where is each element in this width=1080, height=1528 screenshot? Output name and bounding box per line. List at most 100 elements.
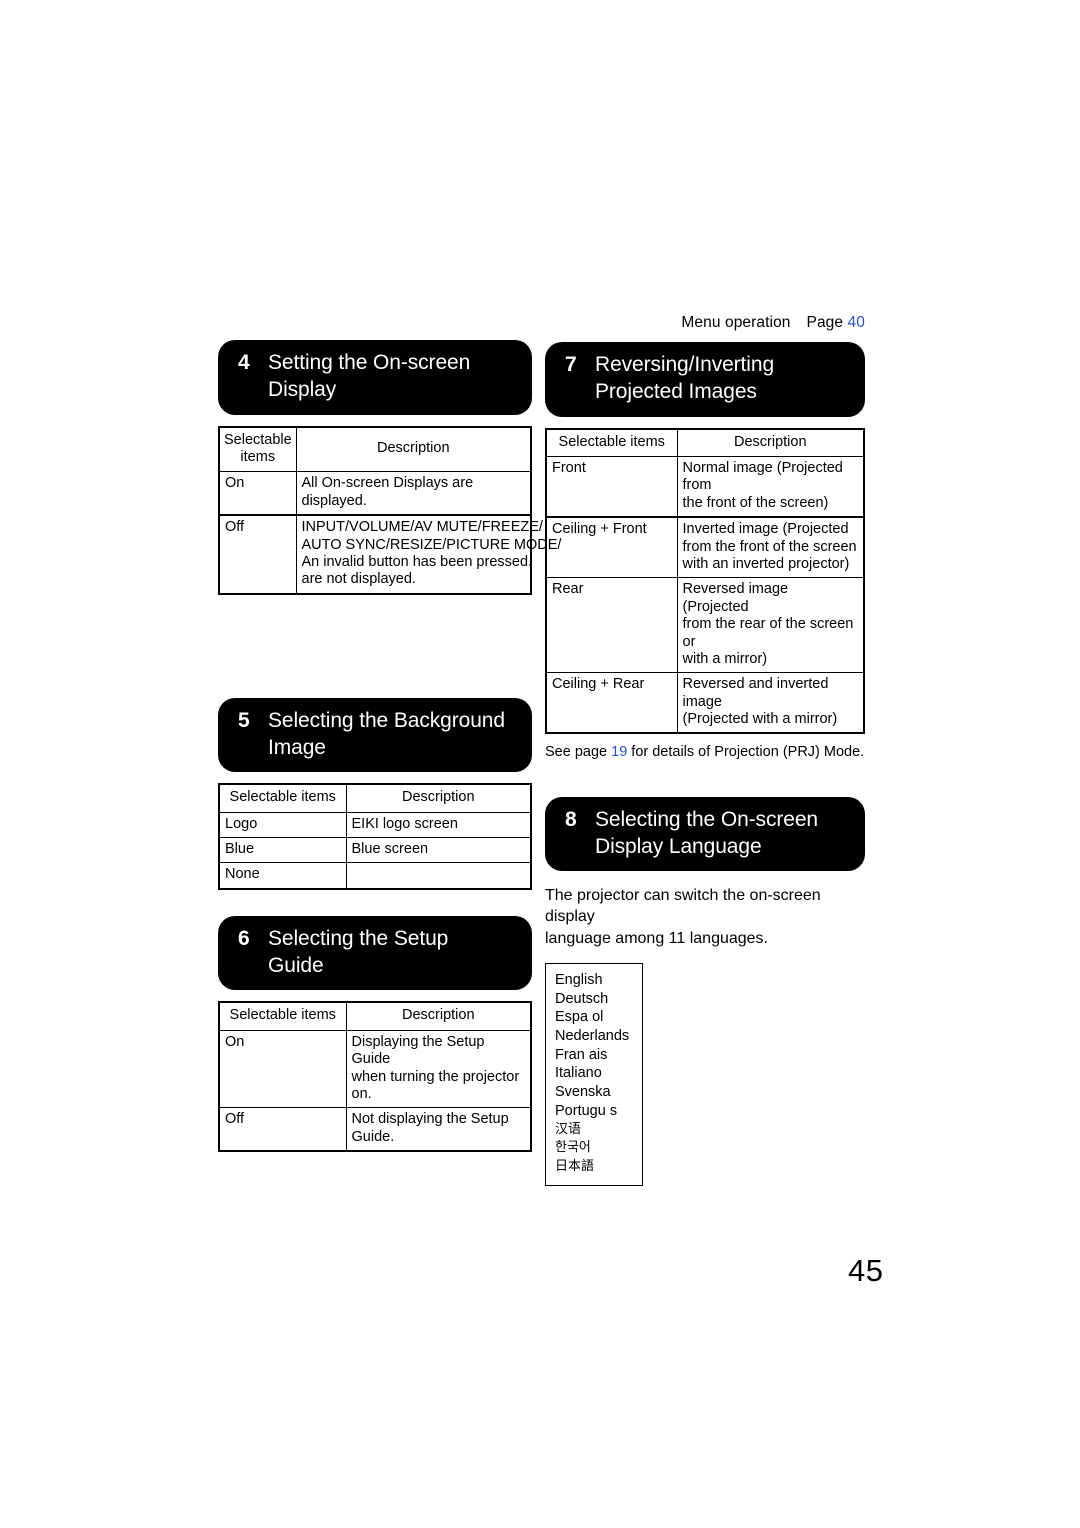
table-row: Logo EIKI logo screen — [218, 811, 532, 839]
description-line: INPUT/VOLUME/AV MUTE/FREEZE/ — [301, 519, 543, 536]
table-row: Ceiling + Front Inverted image (Projecte… — [545, 516, 865, 579]
language-item[interactable]: 한국어 — [555, 1139, 642, 1158]
language-item[interactable]: 汉语 — [555, 1121, 642, 1140]
description-line: with a mirror) — [682, 650, 768, 667]
language-item[interactable]: English — [555, 971, 642, 990]
description-line: Guide. — [351, 1128, 395, 1145]
table-header-row: Selectable items Description — [218, 426, 532, 473]
running-header-label: Menu operation — [681, 314, 791, 331]
description-line: Not displaying the Setup — [351, 1111, 509, 1128]
column-header-selectable-items: Selectable items — [218, 783, 347, 813]
note-page-number[interactable]: 19 — [611, 744, 627, 760]
section-title-8: Selecting the On-screen Display Language — [595, 806, 818, 861]
cell-description: Normal image (Projected from the front o… — [676, 455, 865, 518]
language-intro-paragraph: The projector can switch the on-screen d… — [545, 885, 865, 949]
cell-description: Blue screen — [345, 837, 532, 864]
language-item[interactable]: Portugu s — [555, 1102, 642, 1121]
column-header-selectable-items: Selectable items — [545, 428, 678, 457]
table-row: On Displaying the Setup Guide when turni… — [218, 1029, 532, 1109]
paragraph-line1: The projector can switch the on-screen d… — [545, 887, 821, 926]
running-header: Menu operation Page 40 — [545, 314, 865, 332]
section-number-7: 7 — [565, 353, 577, 376]
cell-description: EIKI logo screen — [345, 811, 532, 839]
cell-item: None — [218, 862, 347, 890]
description-line: the front of the screen) — [682, 494, 829, 511]
section-title-5-line1: Selecting the Background — [268, 708, 505, 732]
table-header-row: Selectable items Description — [218, 783, 532, 813]
table-row: Front Normal image (Projected from the f… — [545, 455, 865, 518]
section-title-5: Selecting the Background Image — [268, 707, 505, 762]
column-header-selectable-items: Selectable items — [218, 426, 297, 473]
section-title-7-line2: Projected Images — [595, 380, 757, 404]
cell-item: On — [218, 471, 297, 516]
cell-description — [345, 862, 532, 890]
description-line: Reversed image (Projected — [682, 581, 789, 615]
description-line: with an inverted projector) — [682, 555, 850, 572]
language-item[interactable]: Fran ais — [555, 1046, 642, 1065]
section-title-7-line1: Reversing/Inverting — [595, 353, 775, 376]
cell-item: Blue — [218, 837, 347, 864]
description-line: (Projected with a mirror) — [682, 711, 838, 728]
section-title-6-line2: Guide — [268, 954, 324, 978]
section-number-6: 6 — [238, 926, 250, 950]
language-item[interactable]: Svenska — [555, 1083, 642, 1102]
page-number: 45 — [848, 1253, 884, 1288]
section-title-4: Setting the On-screen Display — [268, 349, 470, 404]
table-header-row: Selectable items Description — [218, 1001, 532, 1031]
column-header-description: Description — [345, 1001, 532, 1031]
cell-item: Off — [218, 514, 297, 595]
language-item[interactable]: Espa ol — [555, 1008, 642, 1027]
running-header-page-label: Page — [806, 314, 844, 331]
column-header-line1: Selectable — [224, 431, 292, 448]
table-on-screen-display: Selectable items Description On All On-s… — [218, 425, 562, 595]
section-banner-4: 4 Setting the On-screen Display — [218, 340, 532, 415]
language-item[interactable]: 日本語 — [555, 1158, 642, 1177]
column-header-line2: items — [240, 448, 276, 465]
projection-mode-note: See page 19 for details of Projection (P… — [545, 743, 865, 761]
section-number-8: 8 — [565, 807, 577, 831]
description-line: Displaying the Setup Guide — [351, 1033, 485, 1068]
section-title-4-line2: Display — [268, 378, 337, 402]
section-title-8-line1: Selecting the On-screen — [595, 807, 818, 831]
description-line: when turning the projector on. — [351, 1068, 520, 1103]
description-line: Reversed and inverted image — [682, 676, 829, 710]
document-page: Menu operation Page 40 4 Setting the On-s… — [0, 0, 1080, 1528]
paragraph-line2: language among 11 languages. — [545, 929, 768, 947]
cell-description: Reversed image (Projected from the rear … — [676, 577, 865, 674]
table-projection-mode: Selectable items Description Front Norma… — [545, 427, 865, 735]
description-line: Normal image (Projected from — [682, 459, 843, 494]
description-line: AUTO SYNC/RESIZE/PICTURE MODE/ — [301, 536, 562, 553]
cell-item: Front — [545, 455, 678, 518]
cell-item: Logo — [218, 811, 347, 839]
language-item[interactable]: Deutsch — [555, 990, 642, 1009]
section-title-4-line1: Setting the On-screen — [268, 351, 471, 374]
running-header-page-number[interactable]: 40 — [848, 314, 865, 331]
cell-description: INPUT/VOLUME/AV MUTE/FREEZE/ AUTO SYNC/R… — [295, 514, 562, 595]
cell-item: Off — [218, 1107, 347, 1152]
table-row: Off Not displaying the Setup Guide. — [218, 1107, 532, 1152]
table-row: None — [218, 862, 532, 890]
column-header-description: Description — [345, 783, 532, 813]
table-row: Ceiling + Rear Reversed and inverted ima… — [545, 672, 865, 734]
cell-item: Ceiling + Front — [545, 516, 678, 579]
cell-item: Ceiling + Rear — [545, 672, 678, 734]
language-list-box: English Deutsch Espa ol Nederlands Fran … — [545, 962, 643, 1186]
table-row: Rear Reversed image (Projected from the … — [545, 577, 865, 674]
cell-description: Inverted image (Projected from the front… — [676, 516, 865, 579]
left-column: 4 Setting the On-screen Display Selectab… — [218, 340, 562, 1153]
table-row: Blue Blue screen — [218, 837, 532, 864]
cell-item: Rear — [545, 577, 678, 674]
section-number-4: 4 — [238, 351, 250, 374]
section-title-6: Selecting the Setup Guide — [268, 925, 448, 980]
column-header-description: Description — [676, 428, 865, 457]
language-item[interactable]: Italiano — [555, 1064, 642, 1083]
note-suffix: for details of Projection (PRJ) Mode. — [627, 744, 865, 761]
description-line: Inverted image (Projected — [682, 521, 849, 538]
section-banner-5: 5 Selecting the Background Image — [218, 697, 532, 773]
table-setup-guide: Selectable items Description On Displayi… — [218, 1001, 532, 1153]
column-header-description: Description — [295, 426, 532, 473]
language-item[interactable]: Nederlands — [555, 1027, 642, 1046]
table-row: On All On-screen Displays are displayed. — [218, 471, 532, 516]
